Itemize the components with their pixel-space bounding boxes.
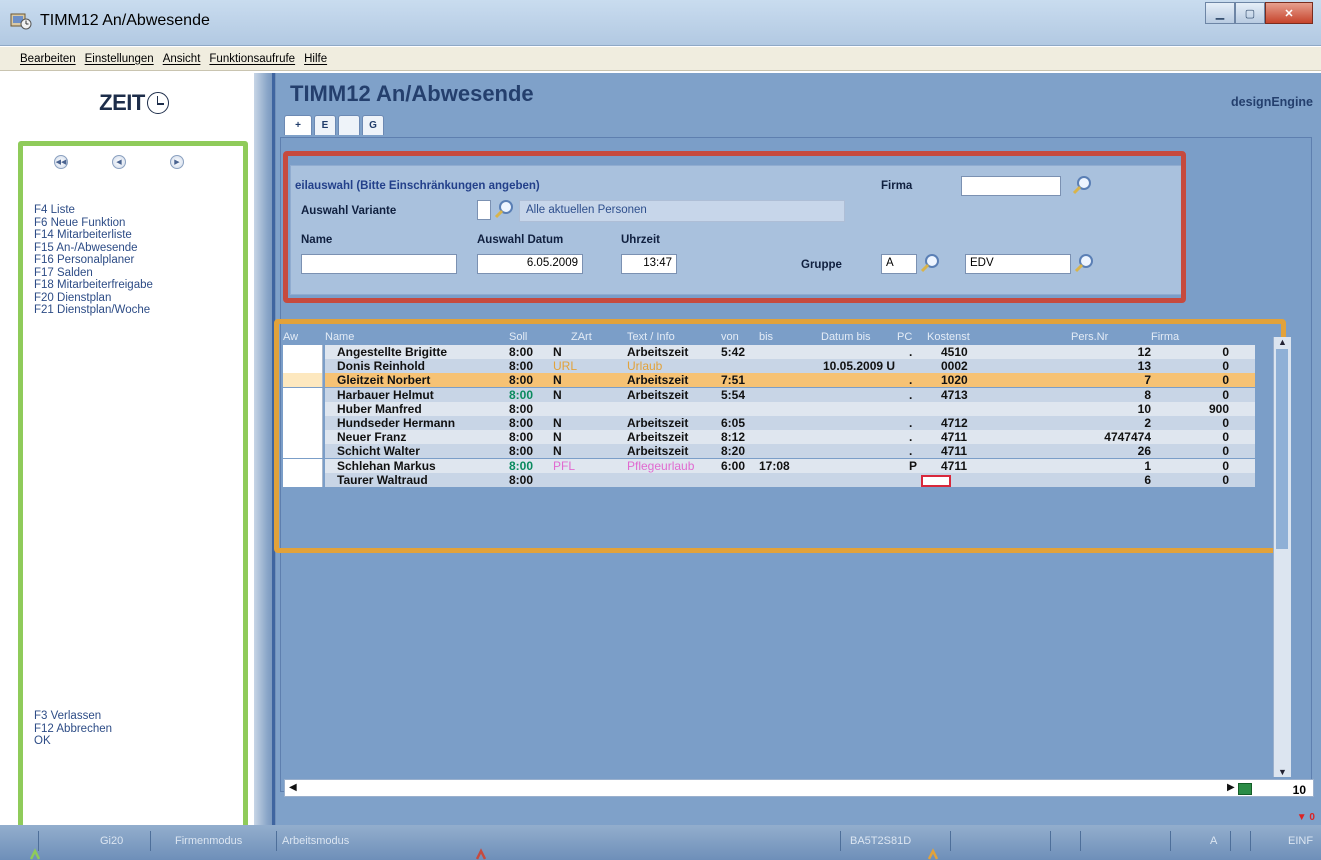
record-navigation: ◀◀ ◀ ▶ (54, 155, 184, 169)
status-arbeitsmodus: Arbeitsmodus (282, 835, 350, 847)
double-chevron-left-icon: ◀◀ (55, 159, 67, 166)
scroll-down-icon[interactable]: ▼ (1278, 767, 1287, 777)
menu-bearbeiten[interactable]: Bearbeiten (20, 53, 76, 65)
status-bar: Gi20 Firmenmodus Arbeitsmodus BA5T2S81D … (0, 825, 1321, 860)
func-ok[interactable]: OK (34, 735, 112, 748)
clock-icon (146, 92, 169, 114)
func-f3-verlassen[interactable]: F3 Verlassen (34, 710, 112, 723)
filter-highlight-frame (283, 151, 1186, 303)
logo-text: ZEIT (99, 90, 145, 115)
status-firmenmodus: Firmenmodus (175, 835, 243, 847)
func-f17-salden[interactable]: F17 Salden (34, 267, 153, 280)
func-f6-neue-funktion[interactable]: F6 Neue Funktion (34, 217, 153, 230)
func-f12-abbrechen[interactable]: F12 Abbrechen (34, 723, 112, 736)
scroll-up-icon[interactable]: ▲ (1278, 337, 1287, 347)
menu-einstellungen[interactable]: Einstellungen (85, 53, 154, 65)
tab-plus[interactable]: + (284, 115, 312, 135)
zeit-logo: ZEIT (99, 90, 169, 116)
sidebar: ZEIT ◀◀ ◀ ▶ F4 Liste F6 Neue Funktion F1… (14, 73, 254, 847)
maximize-icon: ▢ (1244, 7, 1256, 20)
close-button[interactable]: ✕ (1265, 2, 1313, 24)
menu-bar: Bearbeiten Einstellungen Ansicht Funktio… (0, 47, 1321, 71)
status-group: A (1210, 835, 1218, 847)
chevron-left-icon: ◀ (116, 159, 122, 166)
scroll-left-icon[interactable]: ◀ (289, 782, 297, 793)
annotation-arrow-red-icon (476, 848, 486, 860)
minimize-button[interactable]: ▁ (1205, 2, 1235, 24)
page-title: TIMM12 An/Abwesende (290, 81, 534, 106)
func-f18-mitarbeiterfreigabe[interactable]: F18 Mitarbeiterfreigabe (34, 279, 153, 292)
logo-area: ZEIT (14, 73, 254, 133)
menu-ansicht[interactable]: Ansicht (163, 53, 201, 65)
maximize-button[interactable]: ▢ (1235, 2, 1265, 24)
annotation-arrow-orange-icon (928, 848, 938, 860)
tab-blank[interactable] (338, 115, 360, 135)
func-f21-dienstplan-woche[interactable]: F21 Dienstplan/Woche (34, 304, 153, 317)
status-host: BA5T2S81D (850, 835, 912, 847)
tab-g[interactable]: G (362, 115, 384, 135)
chevron-right-icon: ▶ (174, 159, 180, 166)
tab-e[interactable]: E (314, 115, 336, 135)
status-insert-mode: EINF (1288, 835, 1314, 847)
func-f15-an-abwesende[interactable]: F15 An-/Abwesende (34, 242, 153, 255)
record-count: 10 (1292, 783, 1306, 797)
vertical-scrollbar[interactable]: ▲ ▼ (1273, 337, 1291, 777)
main-panel: TIMM12 An/Abwesende designEngine + E G e… (274, 73, 1321, 825)
annotation-arrow-green-icon (30, 848, 40, 860)
menu-funktionsaufrufe[interactable]: Funktionsaufrufe (209, 53, 295, 65)
function-list: F4 Liste F6 Neue Funktion F14 Mitarbeite… (34, 204, 153, 317)
func-f16-personalplaner[interactable]: F16 Personalplaner (34, 254, 153, 267)
status-user: Gi20 (100, 835, 124, 847)
action-list: F3 Verlassen F12 Abbrechen OK (34, 710, 112, 748)
horizontal-scrollbar[interactable]: ◀ ▶ (284, 779, 1314, 797)
grid-export-icon[interactable] (1238, 783, 1252, 795)
scroll-right-icon[interactable]: ▶ (1227, 782, 1235, 793)
first-record-button[interactable]: ◀◀ (54, 155, 68, 169)
scroll-thumb[interactable] (1276, 349, 1288, 549)
previous-record-button[interactable]: ◀ (112, 155, 126, 169)
panel-splitter[interactable] (254, 73, 276, 825)
minimize-icon: ▁ (1215, 7, 1225, 20)
next-record-button[interactable]: ▶ (170, 155, 184, 169)
func-f4-liste[interactable]: F4 Liste (34, 204, 153, 217)
window-title: TIMM12 An/Abwesende (40, 12, 210, 29)
app-icon (10, 13, 32, 30)
func-f14-mitarbeiterliste[interactable]: F14 Mitarbeiterliste (34, 229, 153, 242)
close-icon: ✕ (1284, 7, 1294, 20)
func-f20-dienstplan[interactable]: F20 Dienstplan (34, 292, 153, 305)
grid-highlight-frame (274, 319, 1286, 553)
menu-hilfe[interactable]: Hilfe (304, 53, 327, 65)
brand-label: designEngine (1231, 95, 1313, 109)
alert-indicator-icon: ▼ 0 (1296, 812, 1315, 823)
title-bar: TIMM12 An/Abwesende ▁ ▢ ✕ (0, 0, 1321, 46)
tab-bar: + E G (284, 115, 384, 135)
